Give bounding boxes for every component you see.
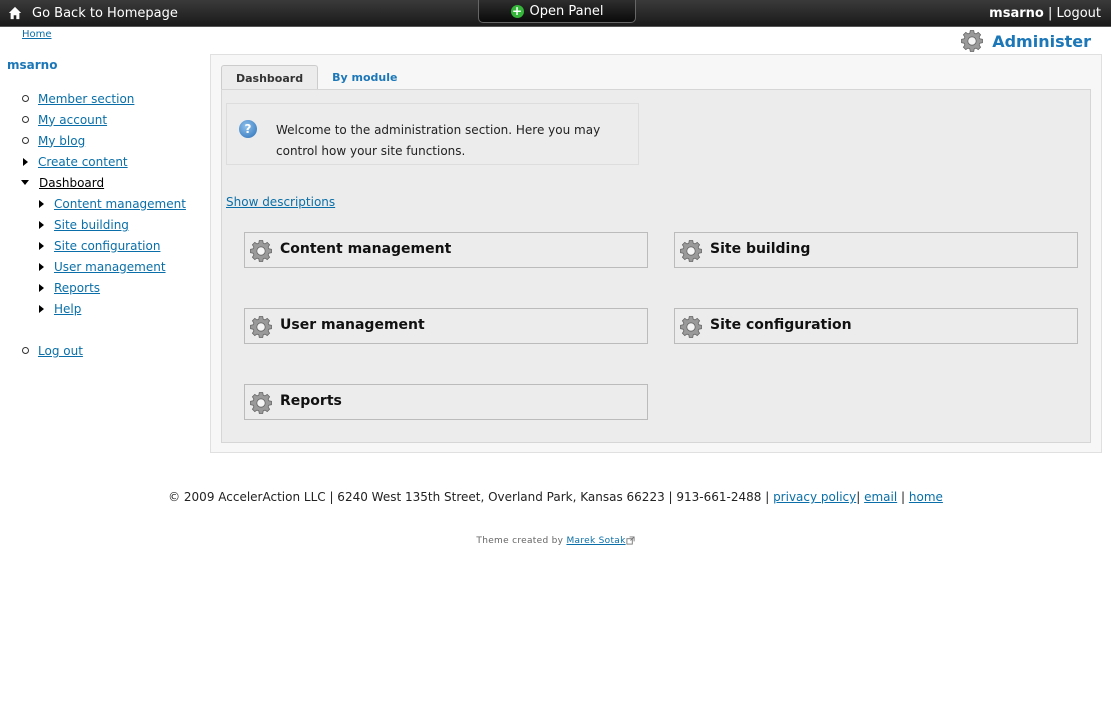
block-user-management[interactable]: User management: [244, 308, 648, 344]
credit-prefix: Theme created by: [476, 536, 567, 546]
footer-separator: |: [897, 490, 909, 504]
sidebar-link-content-management[interactable]: Content management: [54, 197, 186, 211]
external-link-icon: [626, 536, 635, 545]
dashboard-content: ? Welcome to the administration section.…: [221, 89, 1091, 443]
logout-link[interactable]: Logout: [1056, 6, 1101, 21]
bullet-icon: [22, 116, 29, 123]
sidebar-item-dashboard: Dashboard: [7, 172, 202, 193]
help-message: ? Welcome to the administration section.…: [226, 103, 639, 165]
page-title-area: Administer: [960, 29, 1091, 53]
sidebar-link-site-building[interactable]: Site building: [54, 218, 129, 232]
footer-home-link[interactable]: home: [909, 490, 943, 504]
go-back-homepage-label: Go Back to Homepage: [32, 5, 178, 21]
block-title: Reports: [280, 393, 342, 409]
tab-by-module[interactable]: By module: [318, 65, 411, 89]
sidebar-item-my-blog: My blog: [7, 130, 202, 151]
breadcrumb-home-link[interactable]: Home: [22, 29, 52, 40]
sidebar-link-my-blog[interactable]: My blog: [38, 134, 85, 148]
house-icon: [8, 6, 22, 20]
plus-icon: +: [510, 3, 524, 18]
theme-credit: Theme created by Marek Sotak: [0, 536, 1111, 546]
triangle-down-icon[interactable]: [21, 180, 29, 185]
sidebar-subitem-reports: Reports: [7, 277, 202, 298]
user-area: msarno | Logout: [989, 6, 1101, 21]
triangle-right-icon[interactable]: [39, 283, 44, 292]
sidebar: msarno Member section My account My blog…: [7, 58, 202, 361]
sidebar-link-my-account[interactable]: My account: [38, 113, 107, 127]
sidebar-username: msarno: [7, 58, 58, 72]
gear-icon: [679, 239, 703, 263]
username: msarno: [989, 6, 1044, 21]
triangle-right-icon[interactable]: [39, 199, 44, 208]
theme-author-link[interactable]: Marek Sotak: [566, 536, 625, 546]
sidebar-link-member-section[interactable]: Member section: [38, 92, 134, 106]
sidebar-item-log-out: Log out: [7, 340, 202, 361]
sidebar-item-create-content: Create content: [7, 151, 202, 172]
email-link[interactable]: email: [864, 490, 897, 504]
sidebar-link-help[interactable]: Help: [54, 302, 81, 316]
sidebar-submenu: Content management Site building Site co…: [7, 193, 202, 319]
gear-icon: [249, 315, 273, 339]
breadcrumb: Home: [22, 29, 52, 40]
sidebar-item-member-section: Member section: [7, 88, 202, 109]
sidebar-menu: Member section My account My blog Create…: [7, 88, 202, 361]
block-title: Site building: [710, 241, 811, 257]
go-back-homepage-link[interactable]: Go Back to Homepage: [8, 4, 178, 22]
open-panel-label: Open Panel: [529, 3, 604, 19]
sidebar-subitem-user-management: User management: [7, 256, 202, 277]
sidebar-link-reports[interactable]: Reports: [54, 281, 100, 295]
triangle-right-icon[interactable]: [39, 241, 44, 250]
triangle-right-icon[interactable]: [39, 304, 44, 313]
sidebar-link-log-out[interactable]: Log out: [38, 344, 83, 358]
sidebar-link-dashboard[interactable]: Dashboard: [39, 176, 104, 190]
footer-text: © 2009 AccelerAction LLC | 6240 West 135…: [168, 490, 774, 504]
show-descriptions-link[interactable]: Show descriptions: [226, 195, 335, 209]
block-site-building[interactable]: Site building: [674, 232, 1078, 268]
top-bar: Go Back to Homepage + Open Panel msarno …: [0, 0, 1111, 27]
sidebar-item-my-account: My account: [7, 109, 202, 130]
page-title: Administer: [992, 31, 1091, 51]
block-content-management[interactable]: Content management: [244, 232, 648, 268]
triangle-right-icon[interactable]: [39, 262, 44, 271]
sidebar-subitem-site-configuration: Site configuration: [7, 235, 202, 256]
block-title: Content management: [280, 241, 452, 257]
sidebar-subitem-content-management: Content management: [7, 193, 202, 214]
block-site-configuration[interactable]: Site configuration: [674, 308, 1078, 344]
block-reports[interactable]: Reports: [244, 384, 648, 420]
triangle-right-icon[interactable]: [39, 220, 44, 229]
open-panel-button[interactable]: + Open Panel: [478, 0, 636, 23]
sidebar-subitem-help: Help: [7, 298, 202, 319]
sidebar-link-site-configuration[interactable]: Site configuration: [54, 239, 160, 253]
footer: © 2009 AccelerAction LLC | 6240 West 135…: [0, 490, 1111, 504]
sidebar-link-user-management[interactable]: User management: [54, 260, 166, 274]
bullet-icon: [22, 95, 29, 102]
sidebar-gap: [7, 319, 202, 340]
bullet-icon: [22, 137, 29, 144]
block-title: Site configuration: [710, 317, 852, 333]
main-panel: Dashboard By module ? Welcome to the adm…: [210, 54, 1102, 453]
gear-icon: [960, 29, 984, 53]
block-title: User management: [280, 317, 425, 333]
sidebar-submenu-wrapper: Content management Site building Site co…: [7, 193, 202, 319]
help-text: Welcome to the administration section. H…: [276, 123, 601, 158]
gear-icon: [249, 239, 273, 263]
bullet-icon: [22, 347, 29, 354]
gear-icon: [679, 315, 703, 339]
tabs: Dashboard By module: [221, 65, 411, 90]
tab-dashboard[interactable]: Dashboard: [221, 65, 319, 90]
separator: |: [1043, 6, 1057, 21]
triangle-right-icon[interactable]: [23, 157, 28, 166]
sidebar-subitem-site-building: Site building: [7, 214, 202, 235]
gear-icon: [249, 391, 273, 415]
question-icon: ?: [239, 120, 257, 138]
footer-separator: |: [856, 490, 865, 504]
privacy-policy-link[interactable]: privacy policy: [773, 490, 856, 504]
sidebar-link-create-content[interactable]: Create content: [38, 155, 128, 169]
